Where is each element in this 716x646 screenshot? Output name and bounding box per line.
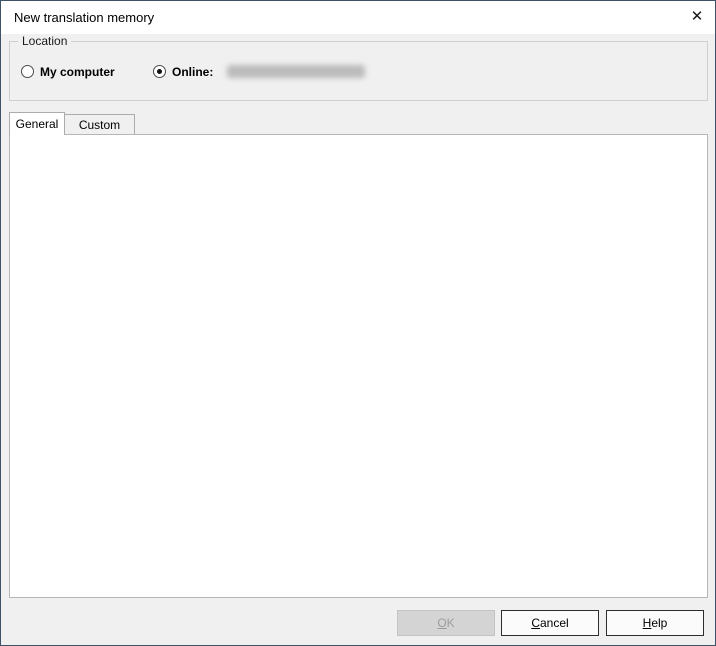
new-translation-memory-dialog: New translation memory ✕ Location My com… [0, 0, 716, 646]
online-radio-circle [153, 65, 166, 78]
online-label: Online: [172, 65, 213, 79]
ok-button: OK [397, 610, 495, 636]
title-bar: New translation memory ✕ [1, 1, 715, 34]
help-button[interactable]: Help [606, 610, 704, 636]
my-computer-label: My computer [40, 65, 115, 79]
close-icon[interactable]: ✕ [688, 8, 706, 26]
tab-custom-fields[interactable]: Custom fields [65, 114, 135, 135]
online-server-redacted [227, 65, 365, 78]
dialog-title: New translation memory [14, 10, 154, 25]
cancel-button[interactable]: Cancel [501, 610, 599, 636]
general-tab-page [9, 134, 708, 598]
tab-general[interactable]: General [9, 112, 65, 135]
my-computer-radio-circle [21, 65, 34, 78]
location-legend: Location [18, 34, 71, 48]
